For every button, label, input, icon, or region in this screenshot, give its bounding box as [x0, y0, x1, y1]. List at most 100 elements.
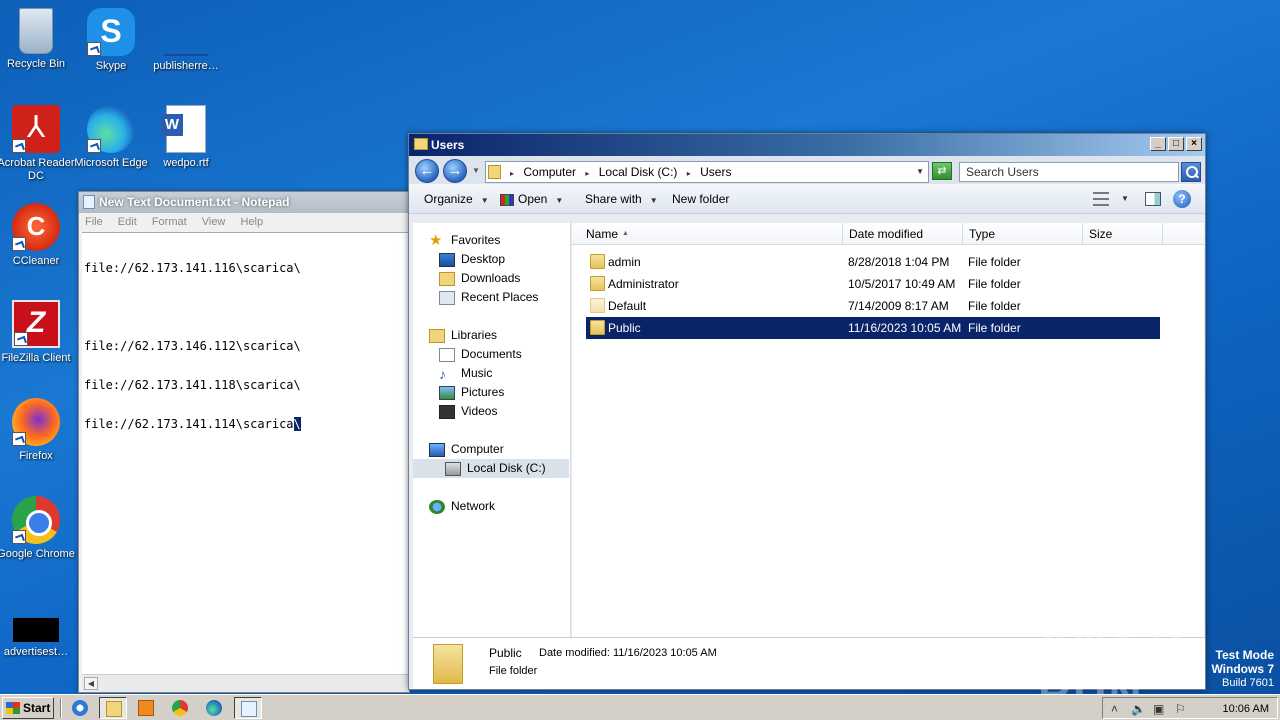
nav-documents[interactable]: Documents — [439, 345, 522, 364]
column-header-size[interactable]: Size — [1083, 223, 1163, 245]
menu-edit[interactable]: Edit — [118, 216, 137, 228]
explorer-window[interactable]: Users _ □ × ← → ▼ ▸ Computer ▸ Local Dis… — [408, 133, 1206, 690]
taskbar-media-player[interactable] — [132, 697, 160, 719]
word-document-icon: W — [161, 105, 206, 153]
music-icon: ♪ — [439, 365, 446, 382]
notepad-window[interactable]: New Text Document.txt - Notepad File Edi… — [78, 191, 410, 693]
network-icon[interactable]: ▣ — [1153, 702, 1164, 716]
desktop-icon-publisherre[interactable]: publisherre… — [147, 8, 225, 73]
desktop-icon-advertisest[interactable]: advertisest… — [0, 594, 75, 659]
breadcrumb-computer[interactable]: Computer — [523, 165, 576, 179]
search-input[interactable]: Search Users — [959, 162, 1179, 182]
nav-local-disk[interactable]: Local Disk (C:) — [413, 459, 569, 478]
taskbar: Start ˄ 🔈 ▣ ⚐ 10:06 AM — [0, 694, 1280, 720]
nav-label: Music — [461, 366, 493, 380]
recent-pages-dropdown-icon[interactable]: ▼ — [472, 166, 480, 175]
notepad-icon — [83, 195, 95, 209]
menu-file[interactable]: File — [85, 216, 103, 228]
nav-videos[interactable]: Videos — [439, 402, 497, 421]
notepad-text-area[interactable]: file://62.173.141.116\scarica\ file://62… — [82, 232, 409, 674]
action-center-flag-icon[interactable]: ⚐ — [1175, 702, 1186, 716]
folder-icon — [590, 276, 605, 291]
address-box[interactable]: ▸ Computer ▸ Local Disk (C:) ▸ Users ▼ — [485, 161, 929, 183]
taskbar-explorer[interactable] — [99, 697, 127, 719]
desktop-icon-wedpo[interactable]: W wedpo.rtf — [147, 105, 225, 170]
table-row[interactable]: Default 7/14/2009 8:17 AM File folder — [586, 295, 1160, 317]
breadcrumb-separator[interactable]: ▸ — [510, 169, 514, 178]
change-view-icon[interactable] — [1093, 192, 1109, 206]
documents-icon — [439, 347, 455, 362]
column-header-name[interactable]: Name ▲ — [572, 223, 843, 245]
close-button[interactable]: × — [1186, 137, 1202, 151]
sort-ascending-icon: ▲ — [622, 230, 629, 237]
volume-icon[interactable]: 🔈 — [1131, 702, 1146, 716]
open-button[interactable]: Open ▼ — [500, 184, 563, 216]
breadcrumb-local-disk[interactable]: Local Disk (C:) — [599, 165, 678, 179]
taskbar-notepad[interactable] — [234, 697, 262, 719]
nav-favorites[interactable]: ★ Favorites — [429, 231, 500, 250]
nav-computer[interactable]: Computer — [429, 440, 504, 459]
minimize-button[interactable]: _ — [1150, 137, 1166, 151]
table-row[interactable]: admin 8/28/2018 1:04 PM File folder — [586, 251, 1160, 273]
row-type: File folder — [968, 277, 1021, 291]
breadcrumb-separator[interactable]: ▸ — [687, 169, 691, 178]
table-row-selected[interactable]: Public 11/16/2023 10:05 AM File folder — [586, 317, 1160, 339]
organize-button[interactable]: Organize ▼ — [424, 184, 489, 216]
address-dropdown-icon[interactable]: ▼ — [916, 162, 924, 182]
shortcut-arrow-icon — [12, 139, 26, 153]
nav-desktop[interactable]: Desktop — [439, 250, 505, 269]
share-with-button[interactable]: Share with ▼ — [585, 184, 658, 216]
text-line: file://62.173.141.116\scarica\ — [84, 261, 301, 275]
notepad-title: New Text Document.txt - Notepad — [99, 195, 290, 209]
breadcrumb-users[interactable]: Users — [700, 165, 731, 179]
horizontal-scrollbar[interactable]: ◀ — [82, 674, 409, 692]
explorer-title-bar[interactable]: Users _ □ × — [409, 134, 1205, 156]
folder-icon — [414, 138, 428, 150]
scroll-left-arrow-icon[interactable]: ◀ — [84, 677, 98, 690]
show-hidden-icons-icon[interactable]: ˄ — [1111, 702, 1118, 716]
file-list[interactable]: Name ▲ Date modified Type Size admin 8/28… — [572, 223, 1204, 637]
menu-format[interactable]: Format — [152, 216, 187, 228]
row-name: admin — [608, 255, 641, 269]
table-row[interactable]: Administrator 10/5/2017 10:49 AM File fo… — [586, 273, 1160, 295]
back-button[interactable]: ← — [415, 159, 439, 183]
menu-help[interactable]: Help — [240, 216, 263, 228]
breadcrumb-separator[interactable]: ▸ — [585, 169, 589, 178]
desktop-icon-filezilla[interactable]: Z FileZilla Client — [0, 300, 75, 365]
search-icon[interactable] — [1181, 162, 1201, 182]
star-icon: ★ — [429, 231, 443, 249]
nav-libraries[interactable]: Libraries — [429, 326, 497, 345]
column-header-type[interactable]: Type — [963, 223, 1083, 245]
command-bar: Organize ▼ Open ▼ Share with ▼ New folder ▼… — [409, 184, 1205, 214]
desktop-icon-recycle-bin[interactable]: Recycle Bin — [0, 8, 75, 71]
nav-music[interactable]: ♪ Music — [439, 364, 492, 383]
taskbar-chrome[interactable] — [166, 697, 194, 719]
nav-network[interactable]: Network — [429, 497, 495, 516]
desktop-icon-acrobat[interactable]: ⅄ Acrobat Reader DC — [0, 105, 75, 183]
nav-recent-places[interactable]: Recent Places — [439, 288, 538, 307]
maximize-button[interactable]: □ — [1168, 137, 1184, 151]
forward-button[interactable]: → — [443, 159, 467, 183]
clock[interactable]: 10:06 AM — [1223, 701, 1269, 717]
nav-pictures[interactable]: Pictures — [439, 383, 504, 402]
notepad-title-bar[interactable]: New Text Document.txt - Notepad — [79, 192, 409, 213]
row-type: File folder — [968, 321, 1021, 335]
refresh-button[interactable]: ⇄ — [932, 162, 952, 180]
desktop-icon-chrome[interactable]: Google Chrome — [0, 496, 75, 561]
menu-view[interactable]: View — [202, 216, 226, 228]
desktop-icon-edge[interactable]: Microsoft Edge — [72, 105, 150, 170]
explorer-title: Users — [431, 138, 465, 152]
preview-pane-icon[interactable] — [1145, 192, 1161, 206]
column-header-date[interactable]: Date modified — [843, 223, 963, 245]
start-button[interactable]: Start — [2, 697, 54, 719]
desktop-icon-firefox[interactable]: Firefox — [0, 398, 75, 463]
help-icon[interactable]: ? — [1173, 190, 1191, 208]
new-folder-button[interactable]: New folder — [672, 184, 729, 214]
taskbar-edge[interactable] — [200, 697, 228, 719]
folder-icon — [433, 644, 463, 684]
desktop-icon-skype[interactable]: S Skype — [72, 8, 150, 73]
desktop-icon-ccleaner[interactable]: C CCleaner — [0, 203, 75, 268]
taskbar-ie[interactable] — [66, 697, 94, 719]
nav-downloads[interactable]: Downloads — [439, 269, 520, 288]
chevron-down-icon[interactable]: ▼ — [1121, 184, 1129, 214]
